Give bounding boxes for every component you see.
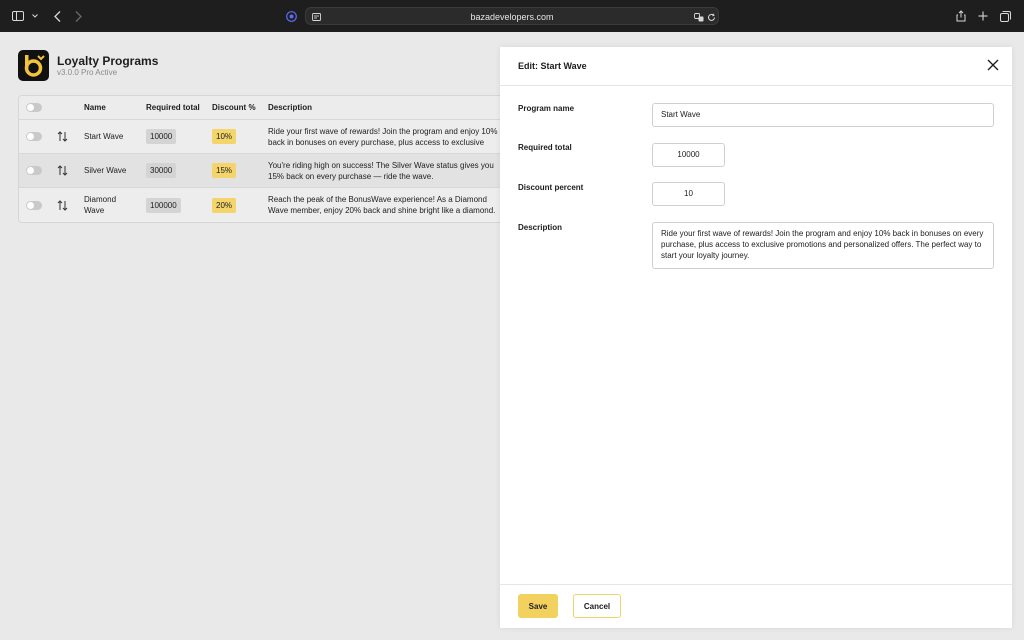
row-active-toggle[interactable] — [26, 154, 42, 187]
select-all-toggle[interactable] — [26, 96, 42, 119]
reorder-handle-icon[interactable] — [57, 120, 68, 153]
table-row[interactable]: Silver Wave 30000 15% You're riding high… — [19, 154, 507, 188]
row-active-toggle[interactable] — [26, 188, 42, 222]
program-description: Reach the peak of the BonusWave experien… — [268, 195, 496, 215]
required-total-badge: 100000 — [146, 188, 181, 222]
edit-program-panel: Edit: Start Wave Program name Start Wave… — [500, 47, 1012, 628]
table-row[interactable]: Diamond Wave 100000 20% Reach the peak o… — [19, 188, 507, 222]
discount-percent-label: Discount percent — [518, 183, 584, 192]
browser-toolbar: bazadevelopers.com — [0, 0, 1024, 32]
program-description: Ride your first wave of rewards! Join th… — [268, 126, 498, 147]
table-header-row: Name Required total Discount % Descripti… — [19, 96, 507, 120]
privacy-shield-icon[interactable] — [284, 0, 298, 32]
loyalty-programs-table: Name Required total Discount % Descripti… — [18, 95, 508, 223]
app-logo — [18, 50, 49, 81]
program-name-field[interactable]: Start Wave — [652, 103, 994, 127]
panel-title: Edit: Start Wave — [518, 61, 587, 71]
program-name: Start Wave — [84, 132, 124, 141]
column-header-description[interactable]: Description — [268, 96, 312, 119]
reorder-handle-icon[interactable] — [57, 154, 68, 187]
column-header-name[interactable]: Name — [84, 96, 106, 119]
share-icon[interactable] — [954, 0, 968, 32]
address-bar[interactable]: bazadevelopers.com — [305, 7, 719, 25]
discount-badge: 15% — [212, 154, 237, 187]
program-description: You're riding high on success! The Silve… — [268, 160, 494, 181]
discount-badge: 20% — [212, 188, 237, 222]
forward-icon[interactable] — [72, 0, 84, 32]
required-total-label: Required total — [518, 143, 572, 152]
reorder-handle-icon[interactable] — [57, 188, 68, 222]
save-button[interactable]: Save — [518, 594, 558, 618]
row-active-toggle[interactable] — [26, 120, 42, 153]
reload-icon[interactable] — [705, 8, 717, 26]
program-name-label: Program name — [518, 104, 575, 113]
new-tab-icon[interactable] — [976, 0, 990, 32]
table-row[interactable]: Start Wave 10000 10% Ride your first wav… — [19, 120, 507, 154]
app-version: v3.0.0 Pro Active — [57, 68, 118, 77]
translate-icon[interactable] — [693, 8, 705, 26]
discount-badge: 10% — [212, 120, 237, 153]
required-total-badge: 30000 — [146, 154, 177, 187]
column-header-required-total[interactable]: Required total — [146, 96, 200, 119]
column-header-discount[interactable]: Discount % — [212, 96, 256, 119]
chevron-down-icon[interactable] — [30, 0, 40, 32]
required-total-field[interactable]: 10000 — [652, 143, 725, 167]
required-total-badge: 10000 — [146, 120, 177, 153]
discount-percent-field[interactable]: 10 — [652, 182, 725, 206]
page-title: Loyalty Programs — [57, 54, 159, 68]
program-name: Diamond Wave — [84, 195, 117, 215]
back-icon[interactable] — [51, 0, 63, 32]
close-icon[interactable] — [986, 58, 1000, 72]
url-text: bazadevelopers.com — [470, 12, 554, 22]
panel-footer-divider — [500, 584, 1012, 585]
panel-header-divider — [500, 85, 1012, 86]
description-field[interactable]: Ride your first wave of rewards! Join th… — [652, 222, 994, 269]
program-name: Silver Wave — [84, 166, 127, 175]
tab-overview-icon[interactable] — [998, 0, 1012, 32]
cancel-button[interactable]: Cancel — [573, 594, 621, 618]
description-label: Description — [518, 223, 563, 232]
sidebar-icon[interactable] — [10, 0, 26, 32]
